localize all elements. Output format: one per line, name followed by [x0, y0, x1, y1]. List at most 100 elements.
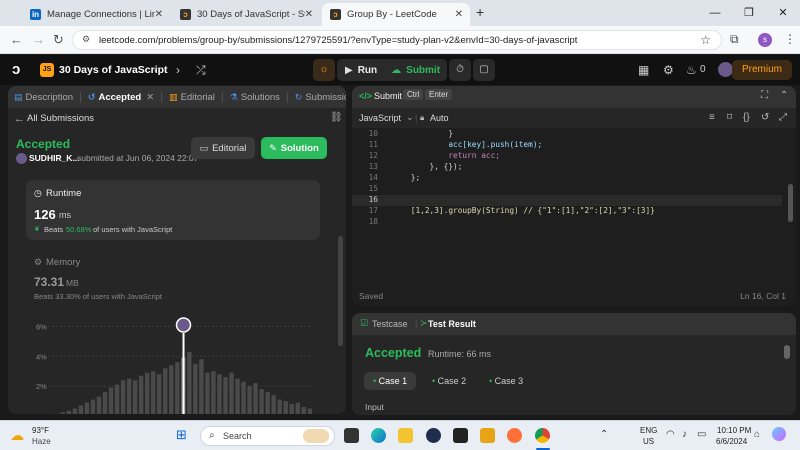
chart-bar[interactable] [157, 374, 162, 414]
back-icon[interactable]: ← [10, 32, 23, 47]
format-icon[interactable]: ≡ [709, 112, 715, 123]
chart-bar[interactable] [211, 371, 216, 414]
chart-bar[interactable] [102, 392, 108, 414]
editorial-button[interactable]: ▭ Editorial [191, 137, 255, 159]
chart-bar[interactable] [241, 381, 246, 414]
tab-accepted[interactable]: ↺ Accepted ✕ [82, 86, 160, 108]
chart-bar[interactable] [193, 363, 198, 414]
memory-card[interactable]: ⚙ Memory 73.31 MB Beats 33.30% of users … [26, 251, 320, 306]
premium-button[interactable]: Premium [731, 60, 792, 80]
left-panel-scrollbar[interactable] [338, 236, 343, 346]
chart-bar[interactable] [283, 401, 288, 414]
chart-bar[interactable] [301, 407, 306, 414]
minimize-icon[interactable]: — [698, 0, 732, 26]
chart-bar[interactable] [150, 371, 156, 414]
chart-bar[interactable] [259, 389, 264, 414]
chevron-down-icon[interactable]: ⌄ [406, 112, 414, 123]
chart-bar[interactable] [247, 386, 252, 414]
chart-bar[interactable] [253, 383, 258, 414]
notes-icon[interactable]: ▢ [473, 59, 495, 81]
task-view-icon[interactable] [344, 428, 359, 443]
chart-bar[interactable] [60, 412, 66, 414]
chart-bar[interactable] [138, 375, 144, 414]
app-icon[interactable] [426, 428, 441, 443]
collapse-icon[interactable]: ⌃ [780, 90, 788, 101]
chart-bar[interactable] [223, 377, 228, 414]
chart-bar[interactable] [144, 372, 150, 414]
chart-bar[interactable] [235, 378, 240, 414]
result-scrollbar[interactable] [784, 345, 790, 359]
auto-mode-label[interactable]: Auto [430, 113, 449, 123]
windows-start-icon[interactable]: ⊞ [176, 427, 187, 443]
chart-bar[interactable] [265, 392, 270, 414]
layout-grid-icon[interactable]: ▦ [638, 63, 649, 77]
chart-bar[interactable] [120, 380, 126, 414]
browser-menu-icon[interactable]: ⋮ [784, 32, 796, 46]
debug-icon[interactable]: ☼ [313, 59, 335, 81]
chart-bar[interactable] [295, 402, 300, 414]
case-2-button[interactable]: • Case 2 [423, 372, 475, 390]
chart-bar[interactable] [169, 365, 174, 414]
app-icon[interactable] [453, 428, 468, 443]
submit-button[interactable]: Submit [406, 65, 440, 76]
all-submissions-link[interactable]: All Submissions [27, 113, 94, 124]
chart-bar[interactable] [126, 378, 132, 414]
weather-icon[interactable]: ☁ [10, 427, 24, 444]
wifi-icon[interactable]: ◠ [666, 429, 675, 440]
editor-submit-label[interactable]: Submit [374, 91, 402, 101]
chart-bar[interactable] [114, 384, 120, 414]
case-1-button[interactable]: • Case 1 [364, 372, 417, 390]
close-window-icon[interactable]: ✕ [766, 0, 800, 26]
chart-bar[interactable] [205, 372, 210, 414]
tab-solutions[interactable]: ⚗ Solutions [224, 86, 286, 108]
site-info-icon[interactable]: ⚙ [82, 34, 90, 45]
timer-icon[interactable]: ⏱ [449, 59, 471, 81]
sublime-text-icon[interactable] [480, 428, 495, 443]
restore-icon[interactable]: ❐ [732, 0, 766, 26]
chrome-icon[interactable] [535, 428, 550, 443]
new-tab-button[interactable]: + [476, 4, 484, 20]
settings-gear-icon[interactable]: ⚙ [663, 63, 674, 77]
notification-icon[interactable]: ⌂ [754, 429, 760, 440]
battery-icon[interactable]: ▭ [697, 429, 706, 440]
solution-button[interactable]: ✎ Solution [261, 137, 327, 159]
tab-editorial[interactable]: ▥ Editorial [163, 86, 221, 108]
chart-bar[interactable] [163, 368, 168, 414]
forward-icon[interactable]: → [32, 32, 45, 47]
chart-bar[interactable] [307, 408, 312, 414]
editor-scrollbar[interactable] [788, 184, 793, 222]
chart-bar[interactable] [229, 372, 234, 414]
chart-bar[interactable] [289, 404, 294, 414]
share-link-icon[interactable]: ⛓ [330, 112, 343, 123]
runtime-distribution-chart[interactable]: 6% 4% 2% [8, 311, 338, 414]
close-tab-icon[interactable]: ✕ [305, 9, 313, 20]
chart-bar[interactable] [277, 399, 282, 414]
next-problem-icon[interactable]: › [176, 63, 180, 77]
taskbar-search-input[interactable]: ⌕ Search [200, 426, 335, 446]
language-select[interactable]: JavaScript [359, 113, 401, 123]
chart-bar[interactable] [78, 405, 84, 414]
chart-bar[interactable] [199, 359, 204, 414]
fullscreen-icon[interactable]: ⤢ [779, 112, 787, 123]
chart-bar[interactable] [108, 387, 114, 414]
tab-description[interactable]: ▤ Description [8, 86, 79, 108]
close-tab-icon[interactable]: ✕ [155, 9, 163, 20]
tray-overflow-icon[interactable]: ⌃ [600, 429, 608, 440]
back-arrow-icon[interactable]: ← [14, 113, 25, 125]
browser-tab-group-by[interactable]: ↄ Group By - LeetCode ✕ [322, 3, 470, 26]
bookmark-star-icon[interactable]: ☆ [700, 33, 711, 47]
streak-fire-icon[interactable]: ♨ [686, 63, 697, 77]
runtime-card[interactable]: ◷ Runtime 126 ms ❦ Beats 50.68% of users… [26, 180, 320, 240]
tab-testcase[interactable]: Testcase [372, 319, 408, 329]
lang-primary[interactable]: ENG [640, 426, 657, 435]
chart-bar[interactable] [72, 408, 78, 414]
case-3-button[interactable]: • Case 3 [480, 372, 532, 390]
reload-icon[interactable]: ↻ [53, 32, 64, 48]
file-explorer-icon[interactable] [398, 428, 413, 443]
chart-bar[interactable] [84, 402, 90, 414]
url-input[interactable]: ⚙ leetcode.com/problems/group-by/submiss… [72, 30, 722, 50]
leetcode-logo-icon[interactable]: ↄ [12, 61, 20, 78]
chart-bar[interactable] [217, 374, 222, 414]
chart-bar[interactable] [90, 399, 96, 414]
close-tab-icon[interactable]: ✕ [455, 9, 463, 20]
